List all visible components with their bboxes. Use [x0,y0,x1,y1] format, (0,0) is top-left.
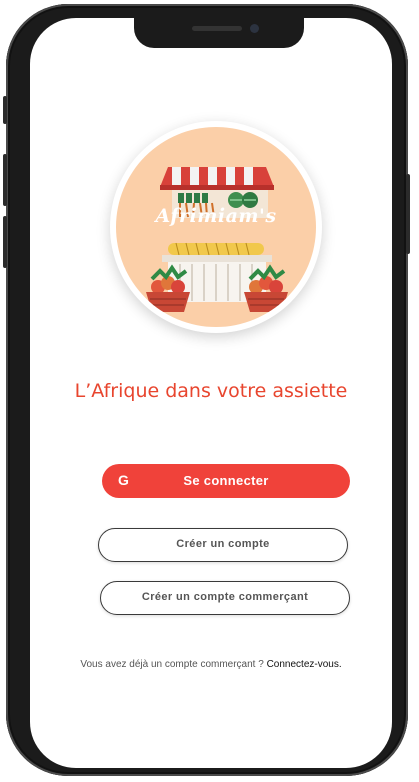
phone-power-button [406,174,410,254]
logo: Afrimiam's [110,121,322,333]
login-button-label: Se connecter [183,473,269,488]
market-stall-icon [146,167,288,312]
create-merchant-account-button[interactable]: Créer un compte commerçant [100,581,350,615]
create-account-label: Créer un compte [176,538,270,550]
login-prompt: Vous avez déjà un compte commerçant ? Co… [30,659,392,670]
phone-side-button [3,96,7,124]
login-prompt-text: Vous avez déjà un compte commerçant ? [80,659,267,670]
phone-volume-up-button [3,154,7,206]
app-screen: Afrimiam's L’Afrique dans votre assiette… [30,18,392,768]
market-stall-illustration: Afrimiam's [116,127,316,327]
phone-volume-down-button [3,216,7,268]
create-account-button[interactable]: Créer un compte [98,528,348,562]
tagline: L’Afrique dans votre assiette [74,380,348,402]
phone-notch [134,18,304,48]
camera-icon [250,24,259,33]
create-merchant-account-label: Créer un compte commerçant [141,591,309,603]
login-link[interactable]: Connectez-vous. [267,659,342,670]
phone-frame: Afrimiam's L’Afrique dans votre assiette… [3,4,410,776]
brand-name: Afrimiam's [155,205,277,227]
login-button[interactable]: G Se connecter [102,464,350,498]
speaker-grille [192,26,242,31]
